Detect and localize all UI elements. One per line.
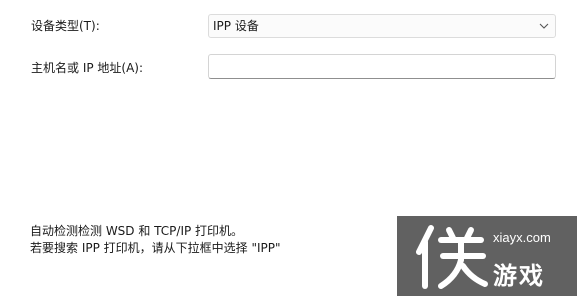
watermark-logo-glyph [416,225,488,289]
autodetect-hint: 自动检测检测 WSD 和 TCP/IP 打印机。 [30,224,244,238]
device-type-dropdown[interactable]: IPP 设备 [208,14,556,38]
device-type-selected-value: IPP 设备 [213,19,259,33]
hostname-input[interactable] [208,54,556,79]
chevron-down-icon [539,23,549,29]
hostname-label: 主机名或 IP 地址(A): [31,61,144,75]
device-type-label: 设备类型(T): [31,19,100,33]
watermark-domain: xiayx.com [493,230,551,245]
ipp-search-hint: 若要搜索 IPP 打印机，请从下拉框中选择 "IPP" [30,241,281,255]
watermark-name: 游戏 [493,262,545,290]
site-watermark: xiayx.com 游戏 [397,216,577,296]
